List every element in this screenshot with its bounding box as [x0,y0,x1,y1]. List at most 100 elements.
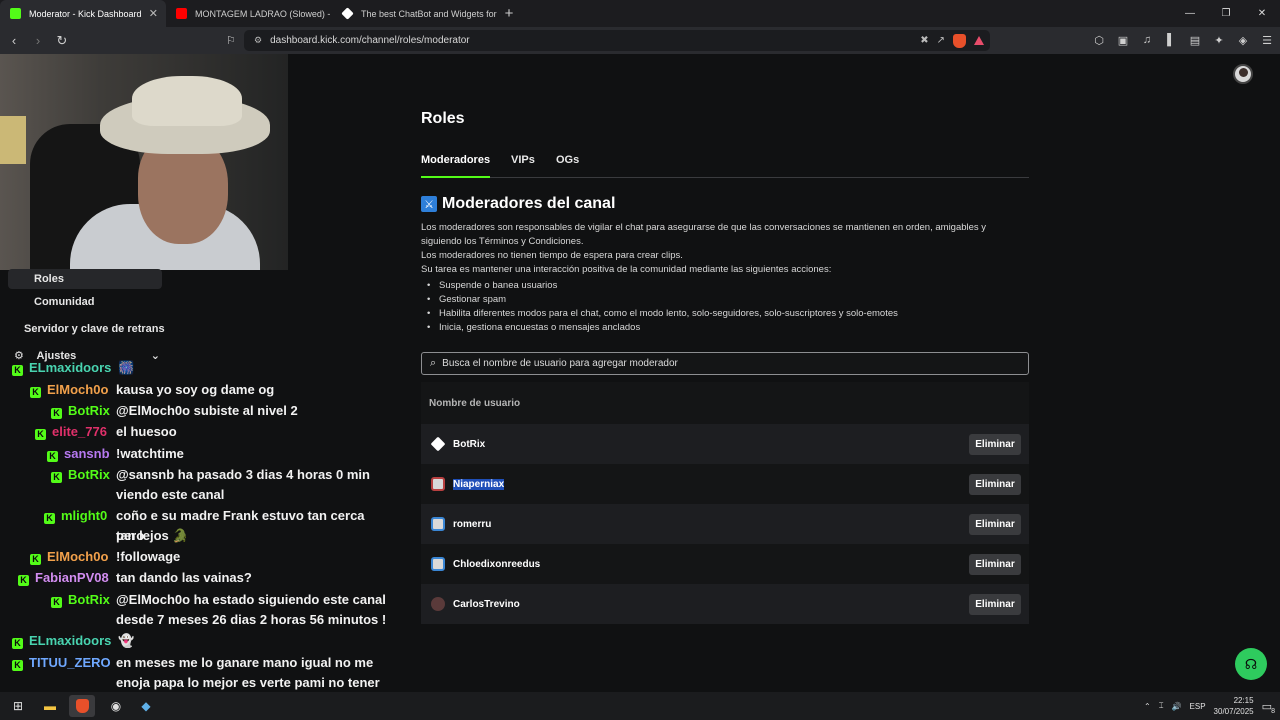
network-icon[interactable]: ⌶ [1159,701,1164,711]
sidebar-item-roles[interactable]: Roles [8,269,162,289]
back-icon[interactable]: ‹ [4,31,24,51]
chevron-up-icon[interactable]: ⌃ [1144,702,1151,711]
support-chat-button[interactable]: ☊ [1235,648,1267,680]
sidebar-toggle-icon[interactable]: ▌ [1164,31,1178,49]
moderator-username[interactable]: Niaperniax [453,478,505,490]
screenshot-icon[interactable]: ▣ [1116,31,1130,49]
clock-time: 22:15 [1233,696,1254,705]
moderator-username[interactable]: CarlosTrevino [453,599,520,610]
window-controls: — ❐ ✕ [1172,0,1280,27]
chat-username[interactable]: FabianPV08 [35,570,109,585]
tab-ogs[interactable]: OGs [556,154,579,178]
sidebar-item-comunidad[interactable]: Comunidad [34,296,95,308]
obs-icon[interactable]: ◉ [108,698,124,714]
chat-text: @ElMoch0o subiste al nivel 2 [116,403,298,418]
chat-username[interactable]: elite_776 [52,424,107,439]
chat-text: @sansnb ha pasado 3 dias 4 horas 0 min [116,467,370,482]
leo-ai-icon[interactable]: ✦ [1212,31,1226,49]
moderator-username[interactable]: BotRix [453,439,485,450]
moderator-username[interactable]: romerru [453,519,491,530]
tab-close-icon[interactable]: ✕ [149,7,158,20]
tab-title: The best ChatBot and Widgets for Ki [361,8,498,19]
delete-moderator-button[interactable]: Eliminar [969,554,1021,575]
chat-message: Ksansnb !watchtime [47,444,397,464]
list-item: Gestionar spam [421,293,1029,307]
chat-username[interactable]: sansnb [64,446,110,461]
extensions-icon[interactable]: ⬡ [1092,31,1106,49]
vpn-icon[interactable]: ◈ [1236,31,1250,49]
url-text: dashboard.kick.com/channel/roles/moderat… [270,35,470,46]
browser-tab-youtube[interactable]: MONTAGEM LADRAO (Slowed) - You [166,0,332,27]
moderator-username[interactable]: Chloedixonreedus [453,559,540,570]
system-tray: ⌃ ⌶ 🔊 ESP 22:15 30/07/2025 ▭ 8 [1144,692,1275,720]
kick-badge-icon: K [18,575,29,586]
restore-icon[interactable]: ❐ [1208,0,1244,27]
menu-icon[interactable]: ☰ [1260,31,1274,49]
music-icon[interactable]: ♫ [1140,31,1154,49]
url-extensions: ✖ ↗ [920,33,984,48]
user-avatar[interactable] [1233,64,1253,84]
minimize-icon[interactable]: — [1172,0,1208,27]
clock[interactable]: 22:15 30/07/2025 [1214,695,1254,717]
app-icon[interactable]: ◆ [138,698,154,714]
chat-username[interactable]: TITUU_ZERO [29,655,111,670]
chat-username[interactable]: ElMoch0o [47,549,108,564]
kick-badge-icon: K [51,472,62,483]
brave-taskbar-icon[interactable] [69,695,95,717]
delete-moderator-button[interactable]: Eliminar [969,514,1021,535]
kick-badge-icon: K [30,554,41,565]
delete-moderator-button[interactable]: Eliminar [969,434,1021,455]
sidebar-item-label: Roles [34,273,64,285]
close-window-icon[interactable]: ✕ [1244,0,1280,27]
language-indicator[interactable]: ESP [1190,702,1206,711]
chat-username[interactable]: ElMoch0o [47,382,108,397]
kick-badge-icon: K [44,513,55,524]
description-line: Su tarea es mantener una interacción pos… [421,264,832,275]
user-avatar [431,597,445,611]
browser-tab-botrix[interactable]: The best ChatBot and Widgets for Ki [332,0,498,27]
delete-moderator-button[interactable]: Eliminar [969,474,1021,495]
forward-icon[interactable]: › [28,31,48,51]
kick-badge-icon: K [12,365,23,376]
brave-shields-icon[interactable] [953,33,966,48]
chat-message: K BotRix @ElMoch0o subiste al nivel 2 [51,401,401,421]
clock-date: 30/07/2025 [1213,707,1254,716]
share-icon[interactable]: ↗ [937,35,945,46]
brave-rewards-icon[interactable] [974,36,984,45]
chat-username[interactable]: BotRix [68,592,110,607]
chevron-down-icon[interactable]: ⌄ [151,349,160,362]
add-moderator-search-input[interactable]: ⌕ Busca el nombre de usuario para agrega… [421,352,1029,375]
tab-title: MONTAGEM LADRAO (Slowed) - You [195,8,332,19]
new-tab-icon[interactable]: + [498,0,520,27]
reload-icon[interactable]: ↻ [52,31,72,51]
search-placeholder: Busca el nombre de usuario para agregar … [442,358,678,369]
bookmark-icon[interactable]: ⚐ [226,34,236,47]
url-field[interactable]: ⚐ ⚙ dashboard.kick.com/channel/roles/mod… [226,30,990,51]
file-explorer-icon[interactable]: ▬ [42,698,58,714]
speaker-icon[interactable]: 🔊 [1172,702,1182,711]
chat-message: K ElMoch0o kausa yo soy og dame og [30,380,400,400]
site-settings-icon[interactable]: ⚙ [254,35,262,46]
chat-username[interactable]: BotRix [68,467,110,482]
wallet-icon[interactable]: ▤ [1188,31,1202,49]
chat-username[interactable]: ELmaxidoors [29,633,111,648]
kick-badge-icon: K [51,597,62,608]
sidebar-item-stream-key[interactable]: Servidor y clave de retrans [24,323,165,335]
chat-username[interactable]: ELmaxidoors [29,360,111,375]
tab-vips[interactable]: VIPs [511,154,535,178]
windows-start-icon[interactable]: ⊞ [10,698,26,714]
chat-text: @ElMoch0o ha estado siguiendo este canal [116,592,386,607]
notifications-icon[interactable]: ▭ 8 [1262,700,1275,715]
chat-text: !followage [116,549,181,564]
chat-text: el huesoo [116,424,177,439]
description-line: siguiendo los Términos y Condiciones. [421,236,584,247]
chat-username[interactable]: BotRix [68,403,110,418]
tab-moderadores[interactable]: Moderadores [421,154,491,178]
delete-moderator-button[interactable]: Eliminar [969,594,1021,615]
chat-text: desde 7 meses 26 dias 2 horas 56 minutos… [116,612,387,627]
toolbar-icons: ⬡ ▣ ♫ ▌ ▤ ✦ ◈ ☰ [1092,31,1274,49]
moderator-actions-list: Suspende o banea usuarios Gestionar spam… [421,279,1029,335]
no-volume-icon[interactable]: ✖ [920,35,928,46]
browser-tab-kick[interactable]: Moderator - Kick Dashboard ✕ [0,0,166,27]
chat-username[interactable]: mlight0 [61,508,107,523]
